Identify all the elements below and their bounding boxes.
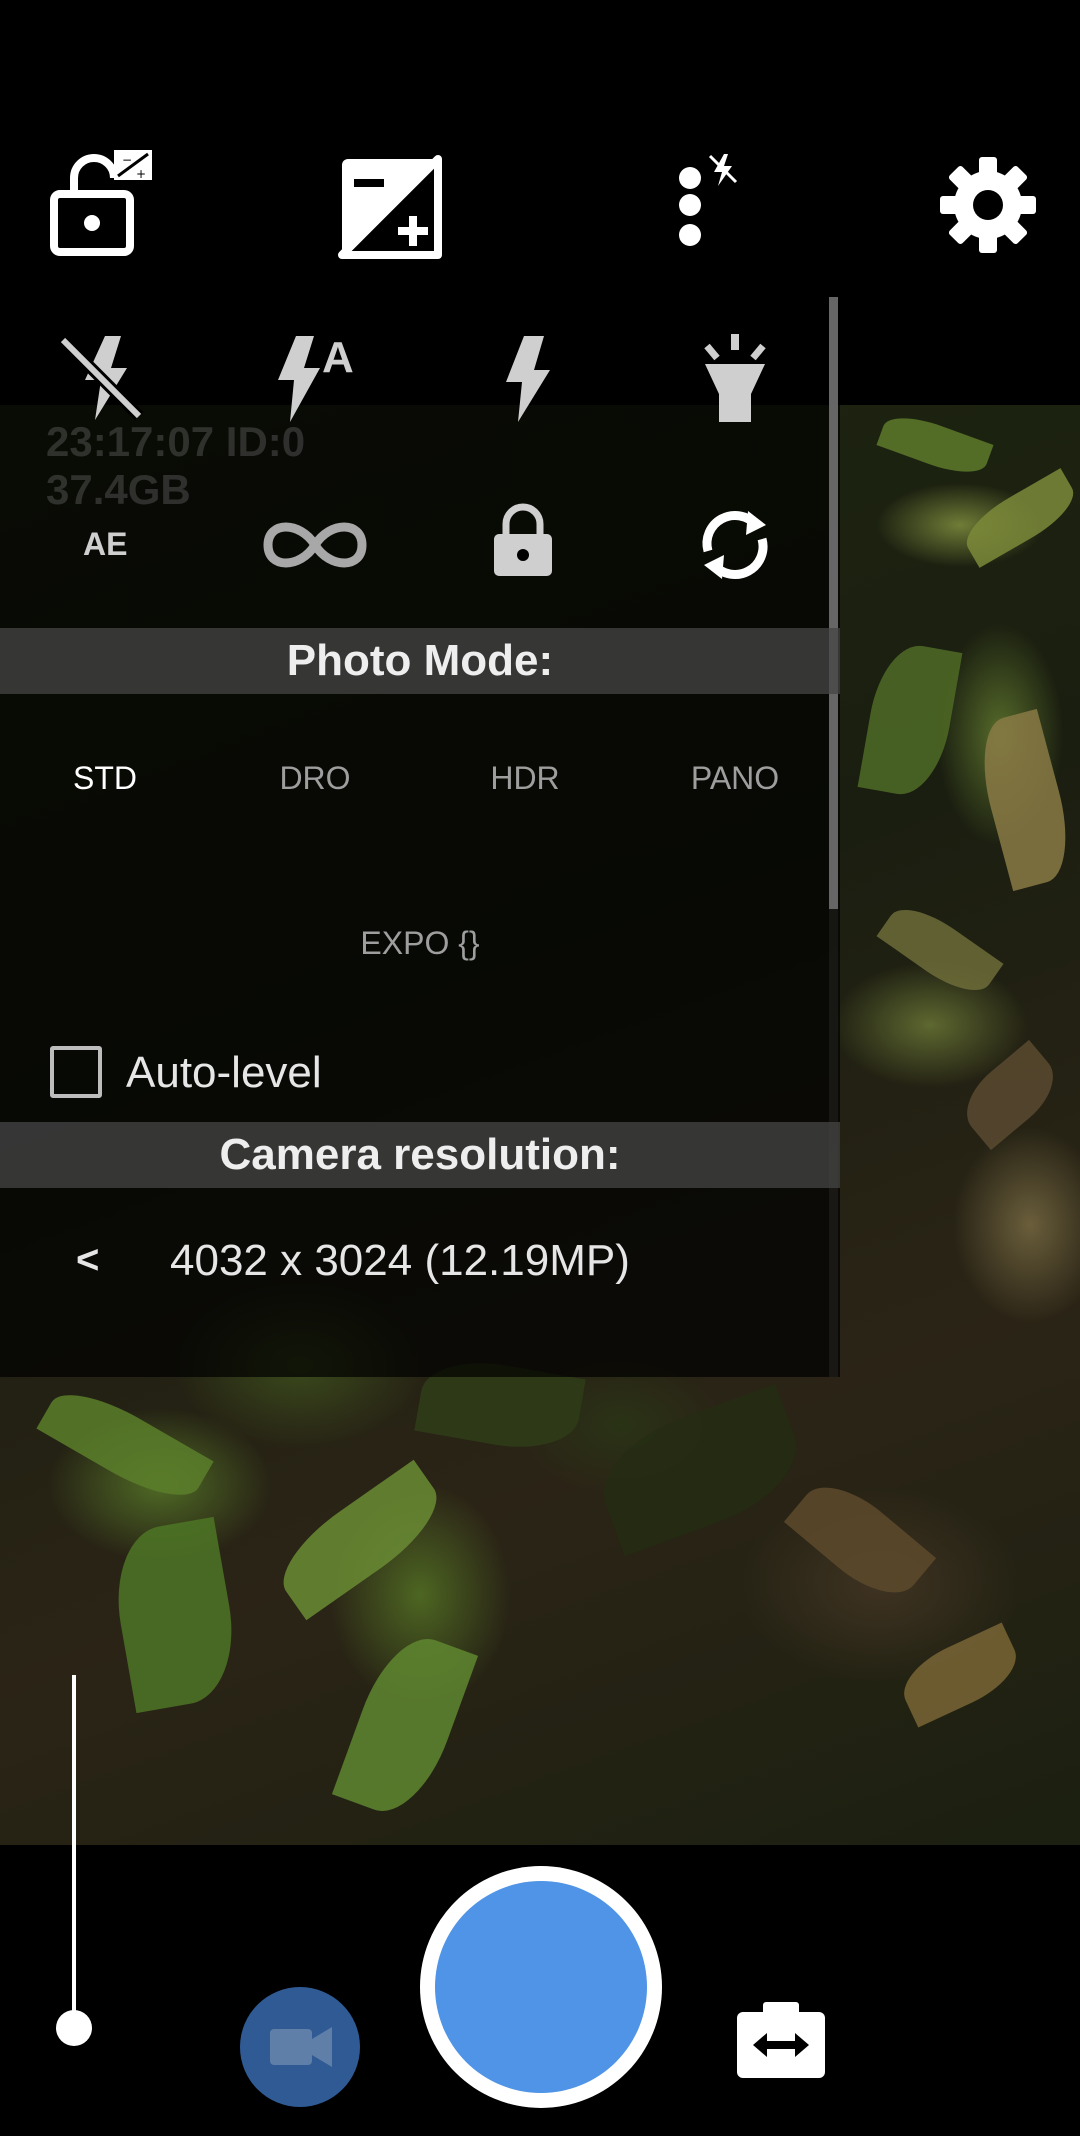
auto-level-label[interactable]: Auto-level	[126, 1048, 322, 1098]
on-screen-info: 23:17:07 ID:0 37.4GB	[46, 418, 305, 514]
flash-auto-icon[interactable]: A	[268, 330, 368, 430]
ae-label: AE	[83, 526, 128, 562]
white-balance-lock-icon[interactable]	[690, 495, 790, 595]
svg-text:+: +	[136, 167, 146, 181]
exposure-lock-icon[interactable]	[488, 500, 588, 600]
shutter-button[interactable]	[420, 1866, 662, 2108]
mode-dro[interactable]: DRO	[230, 760, 400, 797]
mode-std[interactable]: STD	[20, 760, 190, 797]
mode-expo[interactable]: EXPO {}	[320, 925, 520, 962]
video-camera-icon	[270, 2027, 332, 2067]
osd-storage: 37.4GB	[46, 466, 191, 513]
ae-icon[interactable]: AE	[55, 510, 155, 610]
infinity-focus-icon[interactable]	[260, 505, 370, 605]
auto-level-checkbox[interactable]	[50, 1046, 102, 1098]
exposure-compensation-icon[interactable]	[338, 155, 448, 265]
settings-gear-icon[interactable]	[938, 155, 1048, 265]
svg-text:−: −	[122, 153, 132, 167]
zoom-slider-thumb[interactable]	[56, 2010, 92, 2046]
popup-menu-icon[interactable]	[668, 150, 778, 260]
photo-mode-header: Photo Mode:	[0, 628, 840, 694]
popup-scrollbar[interactable]	[829, 297, 838, 909]
top-toolbar	[0, 0, 1080, 295]
flash-off-icon[interactable]	[55, 330, 155, 430]
switch-camera-icon[interactable]	[735, 2000, 827, 2080]
resolution-value: 4032 x 3024 (12.19MP)	[170, 1236, 630, 1285]
flash-auto-letter: A	[322, 333, 354, 382]
resolution-prev-button[interactable]: <	[76, 1238, 99, 1283]
switch-video-button[interactable]	[240, 1987, 360, 2107]
zoom-slider-track[interactable]	[72, 1675, 76, 2030]
flash-on-icon[interactable]	[478, 330, 578, 430]
torch-icon[interactable]	[685, 330, 785, 430]
shutter-inner	[435, 1881, 647, 2093]
mode-hdr[interactable]: HDR	[440, 760, 610, 797]
camera-resolution-header: Camera resolution:	[0, 1122, 840, 1188]
mode-pano[interactable]: PANO	[650, 760, 820, 797]
lock-open-icon[interactable]: − +	[46, 148, 156, 258]
